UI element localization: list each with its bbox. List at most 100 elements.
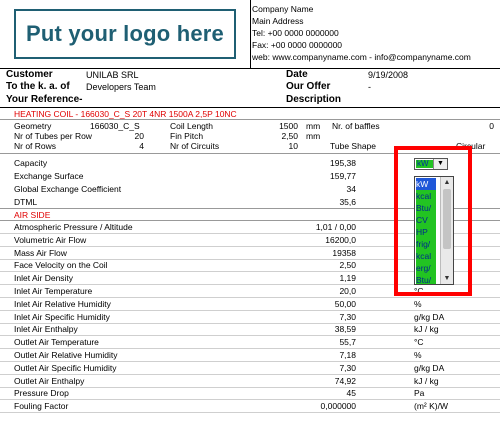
air-row-label: Inlet Air Density	[14, 273, 74, 283]
chevron-down-icon[interactable]: ▼	[433, 159, 447, 169]
baffles-value: 0	[489, 121, 494, 131]
air-row-value: 55,7	[339, 337, 356, 347]
exchange-coefficient-value: 34	[346, 184, 356, 194]
air-row-label: Pressure Drop	[14, 388, 69, 398]
unit-option[interactable]: HP	[416, 226, 436, 238]
air-row-value: 7,30	[339, 312, 356, 322]
customer-label: Customer	[6, 69, 53, 80]
tubes-per-row-value: 20	[134, 131, 144, 141]
air-row-value: 38,59	[334, 324, 356, 334]
divider	[0, 119, 500, 120]
air-row-label: Atmospheric Pressure / Altitude	[14, 222, 133, 232]
attention-label: To the k. a. of	[6, 81, 70, 92]
exchange-surface-value: 159,77	[330, 171, 356, 181]
logo-text: Put your logo here	[26, 21, 224, 46]
scroll-thumb[interactable]	[443, 189, 451, 249]
exchange-coefficient-label: Global Exchange Coefficient	[14, 184, 122, 194]
fin-pitch-unit: mm	[306, 131, 321, 141]
air-row-label: Inlet Air Specific Humidity	[14, 312, 110, 322]
air-row-label: Mass Air Flow	[14, 248, 67, 258]
logo-placeholder: Put your logo here	[14, 9, 236, 59]
scrollbar[interactable]: ▲ ▼	[440, 177, 453, 284]
divider	[0, 107, 500, 108]
coil-length-value: 1500	[279, 121, 298, 131]
dtml-value: 35,6	[339, 197, 356, 207]
capacity-label: Capacity	[14, 158, 48, 168]
tube-shape-label: Tube Shape	[330, 141, 376, 151]
air-row-unit: kJ / kg	[414, 376, 439, 386]
air-row-label: Inlet Air Relative Humidity	[14, 299, 111, 309]
air-row-value: 20,0	[339, 286, 356, 296]
air-row-unit: %	[414, 350, 422, 360]
date-label: Date	[286, 69, 308, 80]
row-divider	[0, 297, 500, 298]
unit-option[interactable]: Btu/	[416, 202, 436, 214]
unit-option[interactable]: kW	[416, 178, 436, 190]
company-tel: Tel: +00 0000 0000000	[252, 28, 339, 38]
circuits-label: Nr of Circuits	[170, 141, 220, 151]
row-divider	[0, 348, 500, 349]
attention-value: Developers Team	[86, 82, 156, 92]
air-row-label: Face Velocity on the Coil	[14, 260, 108, 270]
heating-coil-title: HEATING COIL - 166030_C_S 20T 4NR 1500A …	[14, 109, 237, 119]
offer-value: -	[368, 82, 371, 92]
date-value: 9/19/2008	[368, 70, 409, 80]
air-row-value: 0,000000	[320, 401, 356, 411]
air-row-value: 19358	[332, 248, 356, 258]
coil-length-unit: mm	[306, 121, 321, 131]
air-row-value: 50,00	[334, 299, 356, 309]
company-name: Company Name	[252, 4, 314, 14]
scroll-up-icon[interactable]: ▲	[441, 177, 453, 188]
air-row-value: 74,92	[334, 376, 356, 386]
scroll-down-icon[interactable]: ▼	[441, 273, 453, 284]
unit-option[interactable]: kcal	[416, 250, 436, 262]
geometry-value: 166030_C_S	[90, 121, 140, 131]
air-row-label: Inlet Air Enthalpy	[14, 324, 78, 334]
row-divider	[0, 412, 500, 413]
tubes-per-row-label: Nr of Tubes per Row	[14, 131, 92, 141]
logo-area: Put your logo here	[0, 0, 251, 68]
row-divider	[0, 335, 500, 336]
rows-value: 4	[139, 141, 144, 151]
air-row-label: Outlet Air Enthalpy	[14, 376, 85, 386]
fin-pitch-label: Fin Pitch	[170, 131, 204, 141]
air-row-value: 1,01 / 0,00	[315, 222, 356, 232]
reference-label: Your Reference-	[6, 94, 83, 105]
row-divider	[0, 399, 500, 400]
air-row-value: 7,18	[339, 350, 356, 360]
unit-options-list[interactable]: kW kcal Btu/CV HP frig/kcal erg/Btu/ ▲ ▼	[414, 176, 454, 285]
customer-value: UNILAB SRL	[86, 70, 139, 80]
air-row-value: 16200,0	[325, 235, 356, 245]
air-row-value: 1,19	[339, 273, 356, 283]
unit-select[interactable]: kW ▼	[414, 158, 448, 170]
unit-option[interactable]: CV	[416, 214, 436, 226]
company-info: Company Name Main Address Tel: +00 0000 …	[252, 3, 471, 63]
unit-option[interactable]: erg/	[416, 262, 436, 274]
air-row-label: Outlet Air Relative Humidity	[14, 350, 118, 360]
row-divider	[0, 374, 500, 375]
air-row-value: 45	[346, 388, 356, 398]
description-label: Description	[286, 94, 342, 105]
air-row-label: Outlet Air Specific Humidity	[14, 363, 117, 373]
air-row-unit: °C	[414, 337, 424, 347]
air-row-label: Volumetric Air Flow	[14, 235, 87, 245]
circuits-value: 10	[288, 141, 298, 151]
air-row-unit: (m² K)/W	[414, 401, 448, 411]
rows-label: Nr of Rows	[14, 141, 57, 151]
air-row-label: Outlet Air Temperature	[14, 337, 99, 347]
air-row-label: Inlet Air Temperature	[14, 286, 93, 296]
unit-select-value: kW	[416, 160, 433, 168]
air-row-unit: Pa	[414, 388, 425, 398]
row-divider	[0, 387, 500, 388]
unit-option[interactable]: kcal	[416, 190, 436, 202]
unit-option[interactable]: frig/	[416, 238, 436, 250]
row-divider	[0, 361, 500, 362]
company-address: Main Address	[252, 16, 304, 26]
unit-option[interactable]: Btu/	[416, 274, 436, 284]
geometry-label: Geometry	[14, 121, 52, 131]
fin-pitch-value: 2,50	[281, 131, 298, 141]
coil-length-label: Coil Length	[170, 121, 214, 131]
air-row-label: Fouling Factor	[14, 401, 69, 411]
company-web: web: www.companyname.com - info@companyn…	[252, 52, 471, 62]
air-side-title: AIR SIDE	[14, 210, 51, 220]
